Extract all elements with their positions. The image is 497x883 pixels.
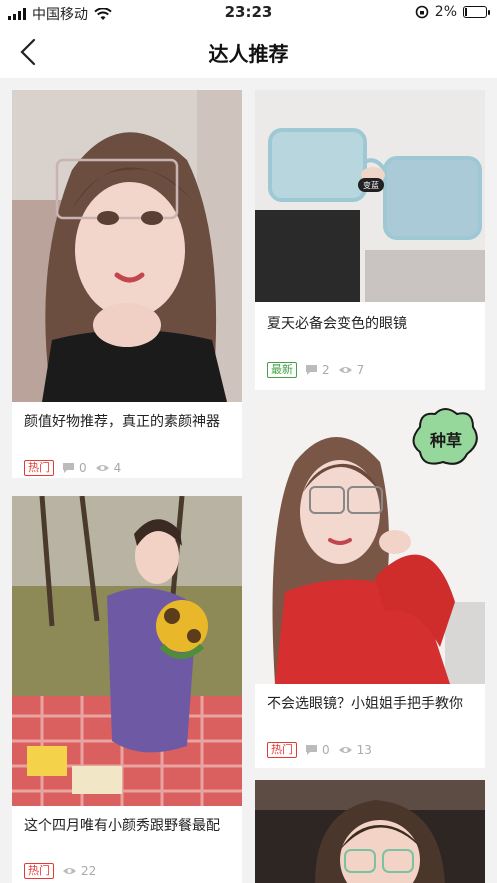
card-image — [255, 780, 485, 883]
card-image: 种草 — [255, 402, 485, 684]
card-caption: 颜值好物推荐，真正的素颜神器 — [24, 414, 220, 430]
eye-icon — [338, 367, 352, 373]
status-right: 2% — [415, 4, 490, 20]
orientation-lock-icon — [415, 5, 429, 19]
card-caption: 这个四月唯有小颜秀跟野餐最配 — [24, 818, 220, 834]
battery-percent: 2% — [434, 4, 457, 20]
view-stat: 13 — [338, 743, 372, 757]
card-meta: 最新 2 7 — [267, 362, 364, 378]
comment-stat: 0 — [62, 461, 87, 475]
comment-stat: 2 — [305, 363, 330, 377]
comment-icon — [306, 745, 317, 755]
eye-icon — [95, 465, 109, 471]
card-caption: 夏天必备会变色的眼镜 — [267, 316, 407, 332]
card-meta: 热门 0 4 — [24, 460, 121, 476]
comment-count: 2 — [322, 363, 330, 377]
eye-icon — [338, 747, 352, 753]
view-stat: 22 — [62, 864, 96, 878]
comment-count: 0 — [322, 743, 330, 757]
view-count: 22 — [81, 864, 97, 878]
hot-tag: 热门 — [24, 863, 54, 879]
new-tag: 最新 — [267, 362, 297, 378]
comment-icon — [306, 365, 317, 375]
card-image — [12, 496, 242, 806]
article-card[interactable] — [255, 780, 485, 883]
card-meta: 热门 22 — [24, 863, 96, 879]
article-card[interactable]: 颜值好物推荐，真正的素颜神器 热门 0 4 — [12, 90, 242, 478]
page-title: 达人推荐 — [208, 42, 289, 66]
photo-sticker: 种草 — [429, 431, 462, 450]
card-meta: 热门 0 13 — [267, 742, 372, 758]
view-count: 7 — [356, 363, 365, 377]
comment-icon — [63, 463, 74, 473]
card-image: 变蓝 — [255, 90, 485, 302]
battery-icon — [463, 6, 490, 18]
article-card[interactable]: 这个四月唯有小颜秀跟野餐最配 热门 22 — [12, 496, 242, 883]
comment-count: 0 — [79, 461, 87, 475]
hot-tag: 热门 — [267, 742, 297, 758]
card-caption: 不会选眼镜？小姐姐手把手教你 — [267, 696, 463, 712]
view-stat: 4 — [95, 461, 122, 475]
nav-bar: 达人推荐 — [0, 26, 497, 78]
article-card[interactable]: 变蓝 夏天必备会变色的眼镜 最新 2 7 — [255, 90, 485, 390]
photo-badge: 变蓝 — [363, 180, 379, 190]
article-card[interactable]: 种草 不会选眼镜？小姐姐手把手教你 热门 0 13 — [255, 402, 485, 768]
eye-icon — [63, 868, 76, 874]
view-count: 4 — [113, 461, 122, 475]
status-bar: 中国移动 23:23 2% — [0, 0, 497, 26]
view-count: 13 — [356, 743, 372, 757]
card-image — [12, 90, 242, 402]
hot-tag: 热门 — [24, 460, 54, 476]
view-stat: 7 — [338, 363, 365, 377]
comment-stat: 0 — [305, 743, 330, 757]
